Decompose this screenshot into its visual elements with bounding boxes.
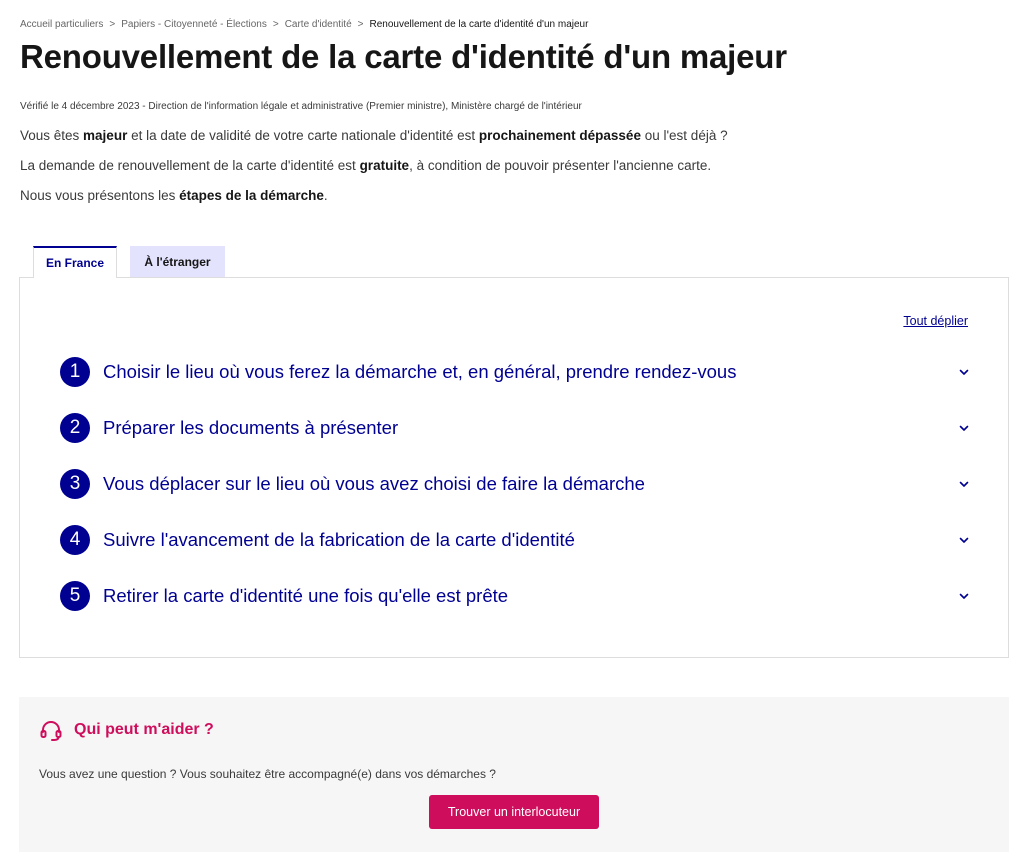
step-number-badge: 1 — [60, 357, 90, 387]
page-title: Renouvellement de la carte d'identité d'… — [20, 38, 787, 75]
breadcrumb: Accueil particuliers > Papiers - Citoyenne… — [20, 19, 588, 30]
breadcrumb-current: Renouvellement de la carte d'identité d'… — [369, 19, 589, 30]
step-number-badge: 3 — [60, 469, 90, 499]
step-title: Vous déplacer sur le lieu où vous avez c… — [103, 473, 645, 494]
chevron-down-icon — [959, 593, 969, 599]
step-3-accordion[interactable]: 3 Vous déplacer sur le lieu où vous avez… — [60, 464, 972, 504]
intro-paragraph-3: Nous vous présentons les étapes de la dé… — [20, 188, 328, 203]
step-title: Préparer les documents à présenter — [103, 417, 399, 438]
intro-text: et la date de validité de votre carte na… — [127, 128, 479, 143]
tab-en-france[interactable]: En France — [33, 246, 117, 278]
step-title: Retirer la carte d'identité une fois qu'… — [103, 585, 509, 606]
step-number-badge: 4 — [60, 525, 90, 555]
tab-a-l-etranger[interactable]: À l'étranger — [130, 246, 225, 277]
chevron-down-icon — [959, 369, 969, 375]
intro-bold: étapes de la démarche — [179, 188, 324, 203]
intro-bold: gratuite — [359, 158, 410, 173]
intro-text: Vous êtes — [20, 128, 84, 143]
step-number-badge: 5 — [60, 581, 90, 611]
intro-text: Nous vous présentons les — [20, 188, 180, 203]
intro-text: ou l'est déjà ? — [640, 128, 728, 143]
intro-text: . — [323, 188, 328, 203]
headset-icon — [40, 721, 62, 741]
breadcrumb-separator: > — [357, 19, 364, 30]
breadcrumb-separator: > — [109, 19, 116, 30]
breadcrumb-item-home[interactable]: Accueil particuliers — [20, 19, 103, 30]
intro-paragraph-2: La demande de renouvellement de la carte… — [20, 158, 711, 173]
help-box: Qui peut m'aider ? Vous avez une questio… — [19, 697, 1009, 852]
find-contact-button[interactable]: Trouver un interlocuteur — [429, 795, 599, 829]
step-title: Choisir le lieu où vous ferez la démarch… — [103, 361, 737, 382]
intro-paragraph-1: Vous êtes majeur et la date de validité … — [20, 128, 728, 143]
breadcrumb-separator: > — [272, 19, 279, 30]
chevron-down-icon — [959, 481, 969, 487]
help-text: Vous avez une question ? Vous souhaitez … — [39, 767, 496, 781]
verified-date: Vérifié le 4 décembre 2023 - Direction d… — [20, 101, 582, 112]
steps-panel: Tout déplier 1 Choisir le lieu où vous f… — [19, 277, 1009, 658]
help-title: Qui peut m'aider ? — [74, 721, 214, 738]
step-title: Suivre l'avancement de la fabrication de… — [103, 529, 575, 550]
intro-text: , à condition de pouvoir présenter l'anc… — [409, 158, 712, 173]
page: Accueil particuliers > Papiers - Citoyenne… — [0, 0, 1024, 860]
breadcrumb-item-carte-identite[interactable]: Carte d'identité — [285, 19, 352, 30]
intro-bold: prochainement dépassée — [478, 128, 641, 143]
expand-all-link[interactable]: Tout déplier — [903, 314, 968, 328]
chevron-down-icon — [959, 425, 969, 431]
breadcrumb-item-papiers[interactable]: Papiers - Citoyenneté - Élections — [121, 19, 267, 30]
intro-bold: majeur — [83, 128, 128, 143]
chevron-down-icon — [959, 537, 969, 543]
step-1-accordion[interactable]: 1 Choisir le lieu où vous ferez la démar… — [60, 352, 972, 392]
step-4-accordion[interactable]: 4 Suivre l'avancement de la fabrication … — [60, 520, 972, 560]
step-2-accordion[interactable]: 2 Préparer les documents à présenter — [60, 408, 972, 448]
step-number-badge: 2 — [60, 413, 90, 443]
intro-text: La demande de renouvellement de la carte… — [20, 158, 360, 173]
step-5-accordion[interactable]: 5 Retirer la carte d'identité une fois q… — [60, 576, 972, 616]
